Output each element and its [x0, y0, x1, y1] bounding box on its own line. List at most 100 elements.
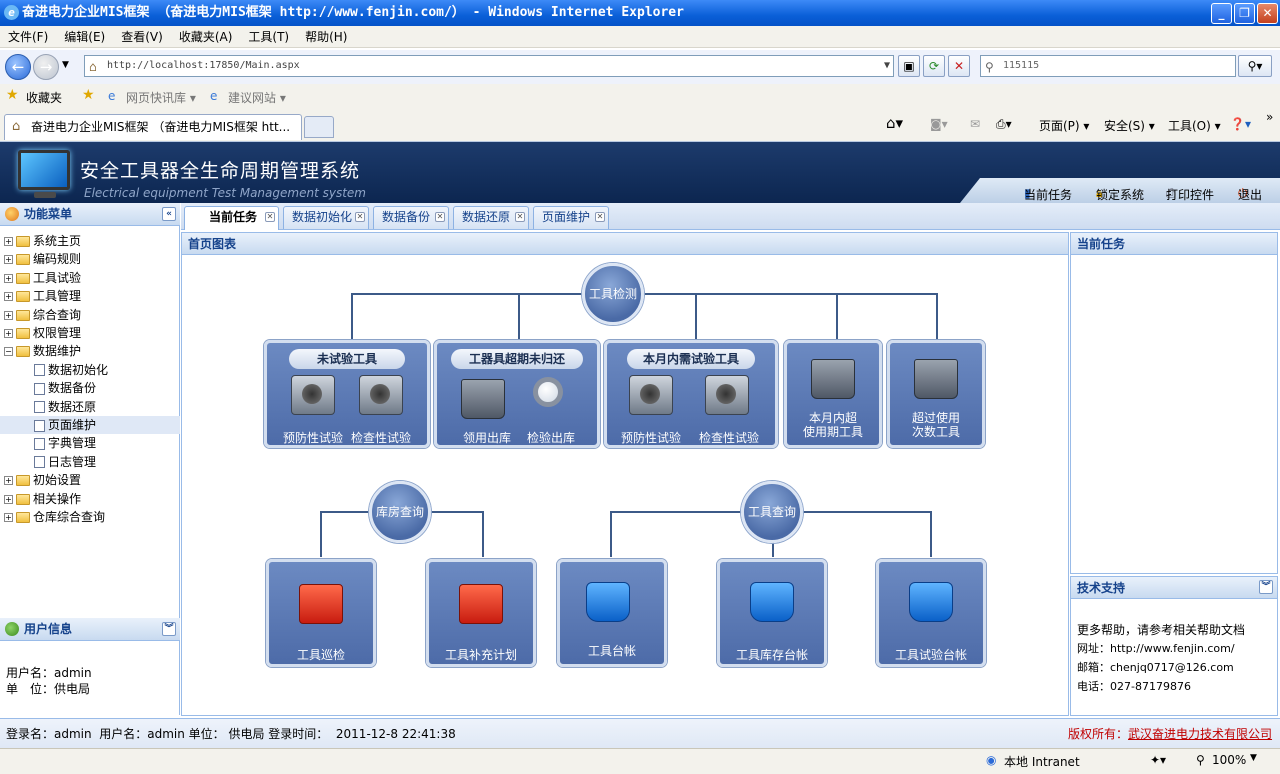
folder-star-icon [909, 582, 953, 622]
protected-mode-icon[interactable]: ✦▾ [1150, 753, 1166, 767]
add-favorite-icon[interactable]: ★ [82, 87, 95, 103]
expand-toggle-icon[interactable]: + [4, 310, 13, 320]
back-button[interactable]: ← [5, 54, 31, 80]
mail-icon[interactable]: ✉ [970, 117, 980, 131]
store-query-node[interactable]: 库房查询 [369, 481, 431, 543]
close-button[interactable]: ✕ [1257, 3, 1278, 24]
suggested-sites[interactable]: 建议网站 ▾ [228, 89, 286, 106]
address-input[interactable]: ⌂ http://localhost:17850/Main.aspx ▼ [84, 55, 894, 77]
home-icon[interactable]: ⌂▾ [886, 114, 903, 132]
tool-query-node[interactable]: 工具查询 [741, 481, 803, 543]
expand-toggle-icon[interactable]: + [4, 292, 13, 302]
copyright-company-link[interactable]: 武汉奋进电力技术有限公司 [1128, 719, 1272, 749]
header-toolbar: ▮ 当前任务 🔒︎ 锁定系统 ⎙ 打印控件 ⏻ 退出 [960, 178, 1280, 203]
tree-node[interactable]: + 权限管理 [4, 324, 180, 342]
forward-button[interactable]: → [33, 54, 59, 80]
test-ledger-box[interactable]: 工具试验台帐 [876, 559, 986, 667]
menu-file[interactable]: 文件(F) [0, 26, 56, 48]
overdue-inspect-link[interactable]: 检验出库 [527, 429, 575, 446]
menu-favorites[interactable]: 收藏夹(A) [171, 26, 241, 48]
tool-ledger-box[interactable]: 工具台帐 [557, 559, 667, 667]
user-icon [5, 622, 19, 636]
minimize-button[interactable]: _ [1211, 3, 1232, 24]
over-use-box[interactable]: 超过使用 次数工具 [887, 340, 985, 448]
search-input[interactable]: ⚲ 115115 [980, 55, 1236, 77]
tree-node[interactable]: + 编码规则 [4, 250, 180, 268]
tree-node[interactable]: 页面维护 [0, 416, 180, 434]
month-inspection-link[interactable]: 检查性试验 [699, 429, 759, 446]
tree-node[interactable]: 数据还原 [0, 398, 180, 416]
expand-toggle-icon[interactable]: + [4, 329, 13, 338]
tree-node[interactable]: 日志管理 [0, 453, 180, 471]
browser-tab[interactable]: ⌂ 奋进电力企业MIS框架 （奋进电力MIS框架 htt... [4, 114, 302, 140]
tab-close-icon[interactable]: ✕ [265, 212, 275, 222]
tab-page-maintenance[interactable]: 页面维护 ✕ [533, 206, 609, 229]
tool-supplement-box[interactable]: 工具补充计划 [426, 559, 536, 667]
address-dropdown-icon[interactable]: ▼ [884, 56, 890, 76]
collapse-left-button[interactable]: « [162, 207, 176, 221]
safety-menu[interactable]: 安全(S) ▾ [1104, 117, 1155, 134]
tree-node[interactable]: 字典管理 [0, 434, 180, 452]
folder-icon [16, 346, 30, 358]
tree-node[interactable]: + 相关操作 [4, 490, 180, 508]
tool-check-node[interactable]: 工具检测 [582, 263, 644, 325]
tree-node[interactable]: + 系统主页 [4, 232, 180, 250]
tree-node[interactable]: + 初始设置 [4, 471, 180, 489]
tab-close-icon[interactable]: ✕ [595, 212, 605, 222]
tree-node[interactable]: + 工具管理 [4, 287, 180, 305]
expand-toggle-icon[interactable]: + [4, 255, 13, 265]
page-menu[interactable]: 页面(P) ▾ [1039, 117, 1089, 134]
tools-menu[interactable]: 工具(O) ▾ [1168, 117, 1221, 134]
feeds-icon[interactable]: ◙▾ [930, 117, 948, 131]
tab-close-icon[interactable]: ✕ [355, 212, 365, 222]
overdue-checkout-link[interactable]: 领用出库 [463, 429, 511, 446]
menu-edit[interactable]: 编辑(E) [56, 26, 113, 48]
new-tab-button[interactable] [304, 116, 334, 138]
print-icon[interactable]: ⎙▾ [996, 117, 1012, 132]
help-icon[interactable]: ❓▾ [1230, 117, 1251, 131]
more-chevron-icon[interactable]: » [1266, 110, 1273, 124]
tree-node[interactable]: 数据初始化 [0, 361, 180, 379]
collapse-support-button[interactable]: ︾ [1259, 580, 1273, 594]
tree-node[interactable]: + 工具试验 [4, 269, 180, 287]
zoom-dropdown-icon[interactable]: ▼ [1250, 753, 1257, 763]
expand-toggle-icon[interactable]: + [4, 494, 13, 504]
month-preventive-link[interactable]: 预防性试验 [621, 429, 681, 446]
month-expire-box[interactable]: 本月内超 使用期工具 [784, 340, 882, 448]
tab-data-init[interactable]: 数据初始化 ✕ [283, 206, 369, 229]
tree-node[interactable]: 数据备份 [0, 379, 180, 397]
expand-toggle-icon[interactable]: + [4, 476, 13, 486]
tab-close-icon[interactable]: ✕ [515, 212, 525, 222]
zoom-level[interactable]: 100% [1212, 753, 1246, 767]
untested-inspection-link[interactable]: 检查性试验 [351, 429, 411, 446]
menu-help[interactable]: 帮助(H) [297, 26, 355, 48]
expand-toggle-icon[interactable]: + [4, 273, 13, 283]
menu-view[interactable]: 查看(V) [113, 26, 171, 48]
expand-toggle-icon[interactable]: − [4, 347, 13, 357]
menu-tools[interactable]: 工具(T) [240, 26, 297, 48]
tab-close-icon[interactable]: ✕ [435, 212, 445, 222]
search-button[interactable]: ⚲▾ [1238, 55, 1272, 77]
stop-button[interactable]: ✕ [948, 55, 970, 77]
untested-preventive-link[interactable]: 预防性试验 [283, 429, 343, 446]
tab-current-task[interactable]: 当前任务 ✕ [184, 206, 279, 230]
expand-toggle-icon[interactable]: + [4, 513, 13, 522]
tree-node[interactable]: + 仓库综合查询 [4, 508, 180, 526]
expand-toggle-icon[interactable]: + [4, 237, 13, 246]
intranet-icon: ◉ [986, 753, 997, 767]
refresh-button[interactable]: ⟳ [923, 55, 945, 77]
collapse-user-button[interactable]: ︾ [162, 622, 176, 636]
stock-ledger-box[interactable]: 工具库存台帐 [717, 559, 827, 667]
menu-bar: 文件(F) 编辑(E) 查看(V) 收藏夹(A) 工具(T) 帮助(H) [0, 26, 1280, 48]
maximize-button[interactable]: ❐ [1234, 3, 1255, 24]
tab-data-backup[interactable]: 数据备份 ✕ [373, 206, 449, 229]
tab-data-restore[interactable]: 数据还原 ✕ [453, 206, 529, 229]
web-slice-gallery[interactable]: 网页快讯库 ▾ [126, 89, 196, 106]
favorites-button[interactable]: 收藏夹 [26, 89, 62, 106]
tree-node[interactable]: − 数据维护 [4, 342, 180, 360]
compat-view-button[interactable]: ▣ [898, 55, 920, 77]
tree-node[interactable]: + 综合查询 [4, 306, 180, 324]
history-dropdown-icon[interactable]: ▼ [62, 60, 69, 70]
user-info-header: 用户信息 ︾ [0, 618, 180, 641]
tool-patrol-box[interactable]: 工具巡检 [266, 559, 376, 667]
